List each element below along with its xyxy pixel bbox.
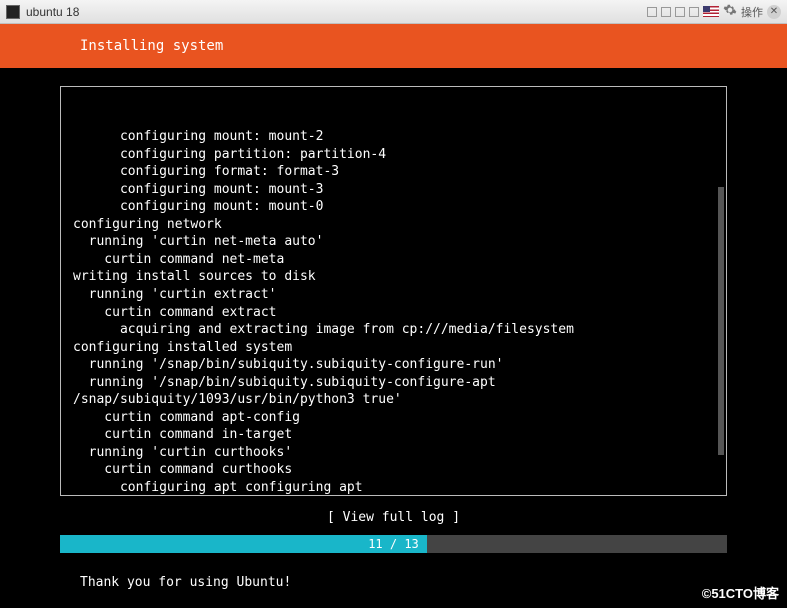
window-control-icon[interactable] [675,7,685,17]
installer-title: Installing system [80,38,223,54]
watermark: ©51CTO博客 [702,583,779,602]
window-control-icon[interactable] [661,7,671,17]
guest-screen: Installing system configuring mount: mou… [0,24,787,608]
close-icon[interactable]: ✕ [767,5,781,19]
window-control-icon[interactable] [647,7,657,17]
installer-header: Installing system [0,24,787,68]
vm-titlebar: ubuntu 18 操作 ✕ [0,0,787,24]
footer-message: Thank you for using Ubuntu! [0,553,787,590]
ops-menu-label[interactable]: 操作 [741,4,763,20]
flag-us-icon [703,6,719,17]
install-log-text: configuring mount: mount-2 configuring p… [73,128,716,496]
scrollbar[interactable] [718,187,724,455]
install-progress-bar: 11 / 13 [60,535,727,553]
progress-label: 11 / 13 [368,537,419,551]
window-app-icon [6,5,20,19]
install-log-panel: configuring mount: mount-2 configuring p… [60,86,727,496]
window-title: ubuntu 18 [26,5,79,19]
view-full-log-button[interactable]: [ View full log ] [60,510,727,525]
gear-icon[interactable] [723,3,737,20]
window-control-icon[interactable] [689,7,699,17]
